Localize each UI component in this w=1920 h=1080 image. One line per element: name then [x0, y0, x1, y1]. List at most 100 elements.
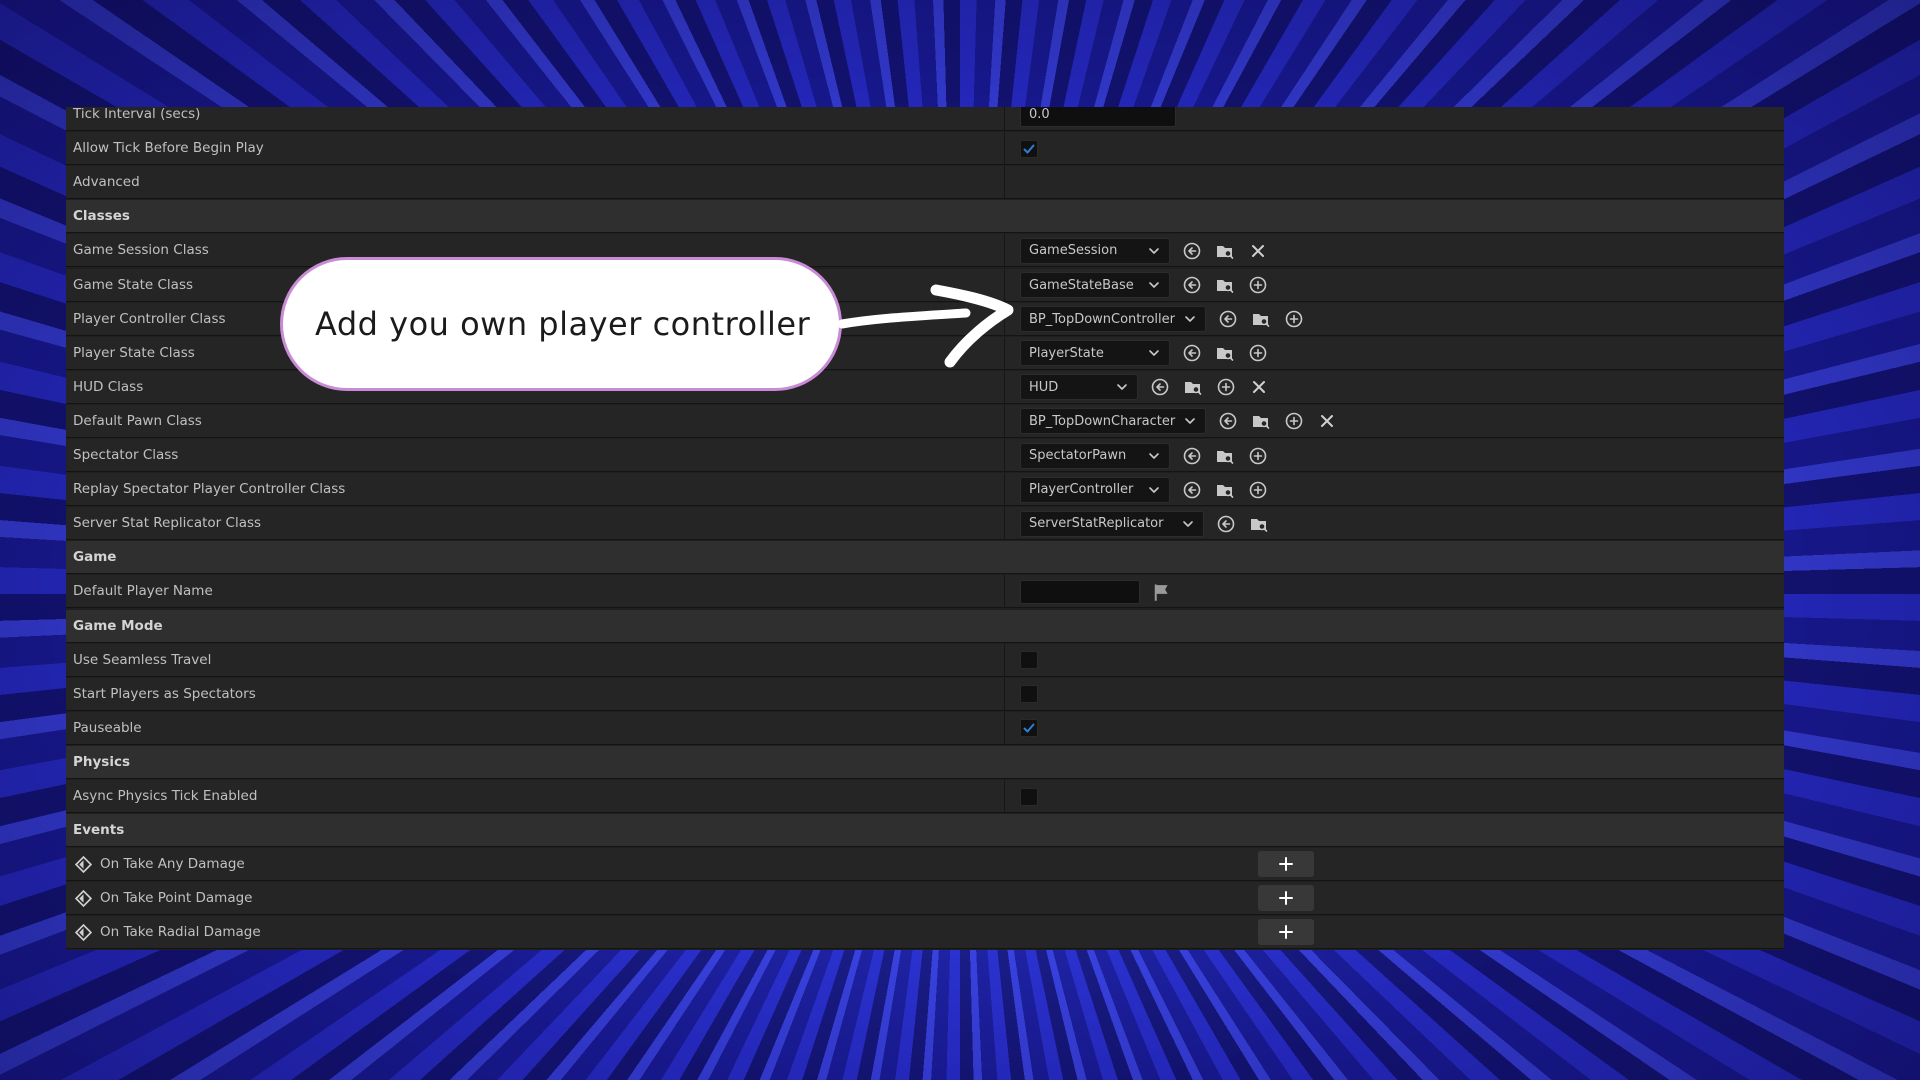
add-event-button[interactable]: [1258, 851, 1314, 878]
column-divider[interactable]: [1004, 677, 1005, 710]
property-label: Async Physics Tick Enabled: [73, 788, 258, 804]
column-divider[interactable]: [1004, 370, 1005, 403]
clear-x-icon[interactable]: [1247, 240, 1269, 262]
column-divider[interactable]: [1004, 234, 1005, 267]
text-input[interactable]: [1020, 579, 1140, 604]
dropdown-value: PlayerController: [1029, 482, 1134, 498]
browse-folder-icon[interactable]: [1250, 308, 1272, 330]
class-dropdown[interactable]: SpectatorPawn: [1020, 442, 1170, 469]
class-dropdown[interactable]: ServerStatReplicator: [1020, 510, 1204, 537]
reset-arrow-icon[interactable]: [1181, 445, 1203, 467]
column-divider[interactable]: [1004, 439, 1005, 471]
column-divider[interactable]: [1004, 132, 1005, 165]
property-row-replay-spectator-player-controller-class: Replay Spectator Player Controller Class…: [66, 473, 1784, 507]
class-dropdown[interactable]: PlayerController: [1020, 476, 1170, 503]
add-event-button[interactable]: [1258, 919, 1314, 946]
category-game[interactable]: Game: [66, 541, 1784, 575]
property-value: SpectatorPawn: [1020, 439, 1269, 472]
property-value: ServerStatReplicator: [1020, 507, 1270, 540]
category-label: Events: [73, 822, 125, 839]
property-value: BP_TopDownController: [1020, 303, 1305, 336]
add-circle-icon[interactable]: [1215, 376, 1237, 398]
class-dropdown[interactable]: HUD: [1020, 374, 1138, 401]
property-row-tick-interval-secs: Tick Interval (secs) 0.0: [66, 107, 1784, 131]
dropdown-value: ServerStatReplicator: [1029, 516, 1164, 532]
property-row-async-physics-tick-enabled: Async Physics Tick Enabled: [66, 780, 1784, 813]
reset-arrow-icon[interactable]: [1149, 376, 1171, 398]
category-classes[interactable]: Classes: [66, 200, 1784, 234]
input-value: 0.0: [1029, 107, 1050, 122]
checkbox[interactable]: [1020, 651, 1038, 670]
chevron-down-icon: [1149, 452, 1159, 459]
chevron-down-icon: [1183, 520, 1193, 527]
browse-folder-icon[interactable]: [1250, 410, 1272, 432]
property-row-default-player-name: Default Player Name: [66, 575, 1784, 609]
dropdown-value: GameStateBase: [1029, 277, 1134, 293]
property-label: Player State Class: [73, 344, 195, 361]
property-row-on-take-radial-damage: On Take Radial Damage: [66, 916, 1784, 950]
annotation-arrow-icon: [838, 284, 1014, 368]
property-row-allow-tick-before-begin-play: Allow Tick Before Begin Play: [66, 132, 1784, 166]
event-diamond-icon: [75, 924, 92, 942]
add-circle-icon[interactable]: [1283, 410, 1305, 432]
checkmark-icon: [1023, 723, 1035, 733]
event-diamond-icon: [75, 890, 92, 908]
add-circle-icon[interactable]: [1283, 308, 1305, 330]
annotation-callout: Add you own player controller: [280, 257, 842, 391]
column-divider[interactable]: [1004, 643, 1005, 676]
column-divider[interactable]: [1004, 575, 1005, 608]
property-value: GameStateBase: [1020, 269, 1269, 302]
column-divider[interactable]: [1004, 473, 1005, 506]
checkbox[interactable]: [1020, 787, 1038, 806]
class-dropdown[interactable]: PlayerState: [1020, 340, 1170, 367]
reset-arrow-icon[interactable]: [1215, 513, 1237, 535]
category-physics[interactable]: Physics: [66, 745, 1784, 779]
clear-x-icon[interactable]: [1316, 410, 1338, 432]
property-value: [1020, 644, 1038, 677]
browse-folder-icon[interactable]: [1214, 445, 1236, 467]
add-circle-icon[interactable]: [1247, 342, 1269, 364]
reset-arrow-icon[interactable]: [1181, 274, 1203, 296]
property-row-server-stat-replicator-class: Server Stat Replicator Class ServerStatRe…: [66, 507, 1784, 541]
reset-arrow-icon[interactable]: [1181, 240, 1203, 262]
localize-flag-icon[interactable]: [1151, 581, 1173, 603]
column-divider[interactable]: [1004, 404, 1005, 437]
class-dropdown[interactable]: GameStateBase: [1020, 272, 1170, 298]
add-event-button[interactable]: [1258, 885, 1314, 912]
category-game-mode[interactable]: Game Mode: [66, 609, 1784, 643]
checkbox[interactable]: [1020, 139, 1038, 158]
checkbox[interactable]: [1020, 685, 1038, 704]
text-input[interactable]: 0.0: [1020, 107, 1176, 127]
property-row-spectator-class: Spectator Class SpectatorPawn: [66, 439, 1784, 472]
category-events[interactable]: Events: [66, 814, 1784, 848]
checkbox[interactable]: [1020, 719, 1038, 738]
clear-x-icon[interactable]: [1248, 376, 1270, 398]
browse-folder-icon[interactable]: [1214, 240, 1236, 262]
add-circle-icon[interactable]: [1247, 479, 1269, 501]
browse-folder-icon[interactable]: [1214, 479, 1236, 501]
browse-folder-icon[interactable]: [1248, 513, 1270, 535]
browse-folder-icon[interactable]: [1182, 376, 1204, 398]
dropdown-value: PlayerState: [1029, 345, 1104, 361]
property-value: [1020, 575, 1173, 608]
column-divider[interactable]: [1004, 780, 1005, 812]
dropdown-value: SpectatorPawn: [1029, 448, 1127, 463]
chevron-down-icon: [1185, 418, 1195, 425]
column-divider[interactable]: [1004, 711, 1005, 744]
plus-icon: [1279, 891, 1293, 906]
class-dropdown[interactable]: GameSession: [1020, 237, 1170, 264]
column-divider[interactable]: [1004, 166, 1005, 199]
property-label: Player Controller Class: [73, 310, 226, 327]
class-dropdown[interactable]: BP_TopDownController: [1020, 306, 1206, 333]
column-divider[interactable]: [1004, 107, 1005, 130]
browse-folder-icon[interactable]: [1214, 342, 1236, 364]
add-circle-icon[interactable]: [1247, 274, 1269, 296]
reset-arrow-icon[interactable]: [1181, 479, 1203, 501]
browse-folder-icon[interactable]: [1214, 274, 1236, 296]
column-divider[interactable]: [1004, 507, 1005, 540]
reset-arrow-icon[interactable]: [1217, 410, 1239, 432]
add-circle-icon[interactable]: [1247, 445, 1269, 467]
class-dropdown[interactable]: BP_TopDownCharacter: [1020, 408, 1206, 435]
reset-arrow-icon[interactable]: [1181, 342, 1203, 364]
reset-arrow-icon[interactable]: [1217, 308, 1239, 330]
